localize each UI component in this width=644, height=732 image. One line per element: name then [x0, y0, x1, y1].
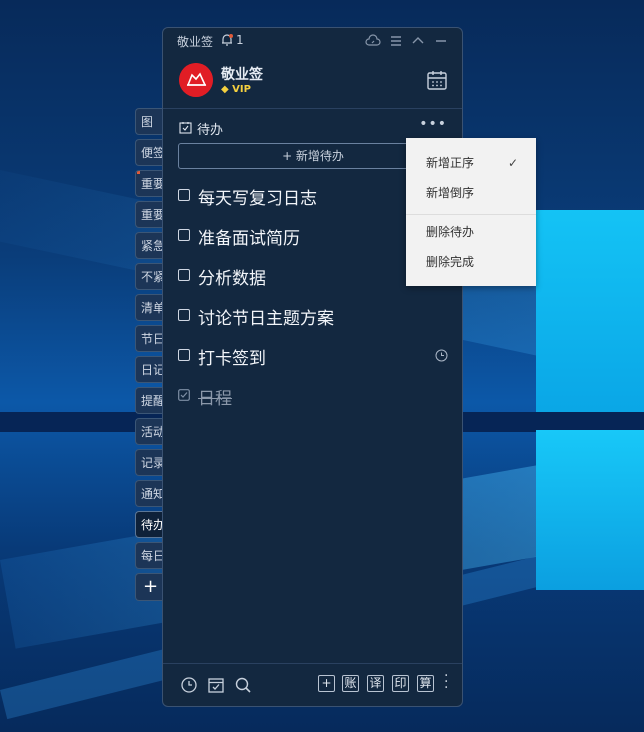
menu-item-delete-completed[interactable]: 删除完成 [406, 247, 536, 277]
tab-category[interactable]: 通知 [135, 480, 165, 507]
reminder-clock-icon [435, 349, 448, 362]
tab-category[interactable]: 记录 [135, 449, 165, 476]
vip-badge: ◆ VIP [221, 84, 251, 95]
todo-text[interactable]: 讨论节日主题方案 [198, 304, 334, 329]
todo-checkbox[interactable] [178, 349, 190, 361]
bottom-toolbar: + 账 译 印 算 · · · [163, 663, 462, 706]
todo-checkbox[interactable] [178, 229, 190, 241]
print-button[interactable]: 印 [392, 675, 409, 692]
tab-category[interactable]: 图 [135, 108, 165, 135]
avatar[interactable] [179, 63, 213, 97]
todo-item: 打卡签到 [178, 344, 448, 369]
tab-category[interactable]: 活动 [135, 418, 165, 445]
notification-count: 1 [236, 33, 244, 47]
minimize-icon[interactable] [433, 33, 449, 49]
title-bar: 敬业签 1 [163, 28, 462, 54]
todo-calendar-icon [179, 122, 192, 134]
add-button[interactable]: + [318, 675, 335, 692]
todo-text[interactable]: 每天写复习日志 [198, 184, 317, 209]
section-header: 待办 ••• [177, 116, 447, 138]
task-check-icon[interactable] [207, 676, 225, 694]
todo-checkbox[interactable] [178, 189, 190, 201]
todo-text[interactable]: 打卡签到 [198, 344, 266, 369]
app-name: 敬业签 [177, 35, 214, 49]
windows-logo-pane [536, 430, 644, 590]
todo-item-done: 日程 [178, 384, 448, 409]
add-category-button[interactable]: + [135, 573, 165, 601]
todo-text[interactable]: 准备面试简历 [198, 224, 300, 249]
todo-checkbox[interactable] [178, 309, 190, 321]
todo-checkbox[interactable] [178, 269, 190, 281]
todo-checkbox-checked[interactable] [178, 389, 190, 401]
bell-icon[interactable] [220, 33, 234, 47]
sort-dropdown-menu: 新增正序 ✓ 新增倒序 删除待办 删除完成 [406, 138, 536, 286]
notes-panel: 敬业签 1 敬业签 ◆ VIP 待办 ••• + 新增待办 每天写复习日志 准备… [162, 27, 463, 707]
section-title: 待办 [197, 123, 224, 138]
tab-category[interactable]: 每日 [135, 542, 165, 569]
calculator-button[interactable]: 算 [417, 675, 434, 692]
tab-category[interactable]: 节日 [135, 325, 165, 352]
tab-category[interactable]: 重要 [135, 201, 165, 228]
search-icon[interactable] [234, 676, 252, 694]
tab-category[interactable]: 日记 [135, 356, 165, 383]
tab-category[interactable]: 清单 [135, 294, 165, 321]
collapse-icon[interactable] [410, 33, 426, 49]
todo-item: 讨论节日主题方案 [178, 304, 448, 329]
tab-category[interactable]: 重要 [135, 170, 165, 197]
tab-category[interactable]: 不紧 [135, 263, 165, 290]
menu-item-delete-todos[interactable]: 删除待办 [406, 217, 536, 247]
username: 敬业签 [221, 67, 263, 83]
menu-item-add-descending[interactable]: 新增倒序 [406, 178, 536, 208]
windows-logo-pane [536, 210, 644, 415]
menu-icon[interactable] [388, 33, 404, 49]
account-button[interactable]: 账 [342, 675, 359, 692]
tab-category[interactable]: 便签 [135, 139, 165, 166]
more-options-button[interactable]: ••• [419, 116, 447, 132]
cloud-sync-icon[interactable] [365, 33, 381, 49]
clock-icon[interactable] [180, 676, 198, 694]
calendar-icon[interactable] [426, 69, 448, 91]
tab-category-active[interactable]: 待办 [135, 511, 165, 538]
unread-dot [137, 171, 140, 174]
translate-button[interactable]: 译 [367, 675, 384, 692]
user-header: 敬业签 ◆ VIP [163, 58, 462, 109]
more-vertical-icon[interactable]: · · · [444, 669, 448, 695]
todo-text[interactable]: 分析数据 [198, 264, 266, 289]
tab-category[interactable]: 提醒 [135, 387, 165, 414]
menu-divider [406, 214, 536, 215]
tab-category[interactable]: 紧急 [135, 232, 165, 259]
todo-text[interactable]: 日程 [198, 384, 232, 409]
menu-item-add-ascending[interactable]: 新增正序 ✓ [406, 148, 536, 178]
check-icon: ✓ [507, 156, 518, 170]
